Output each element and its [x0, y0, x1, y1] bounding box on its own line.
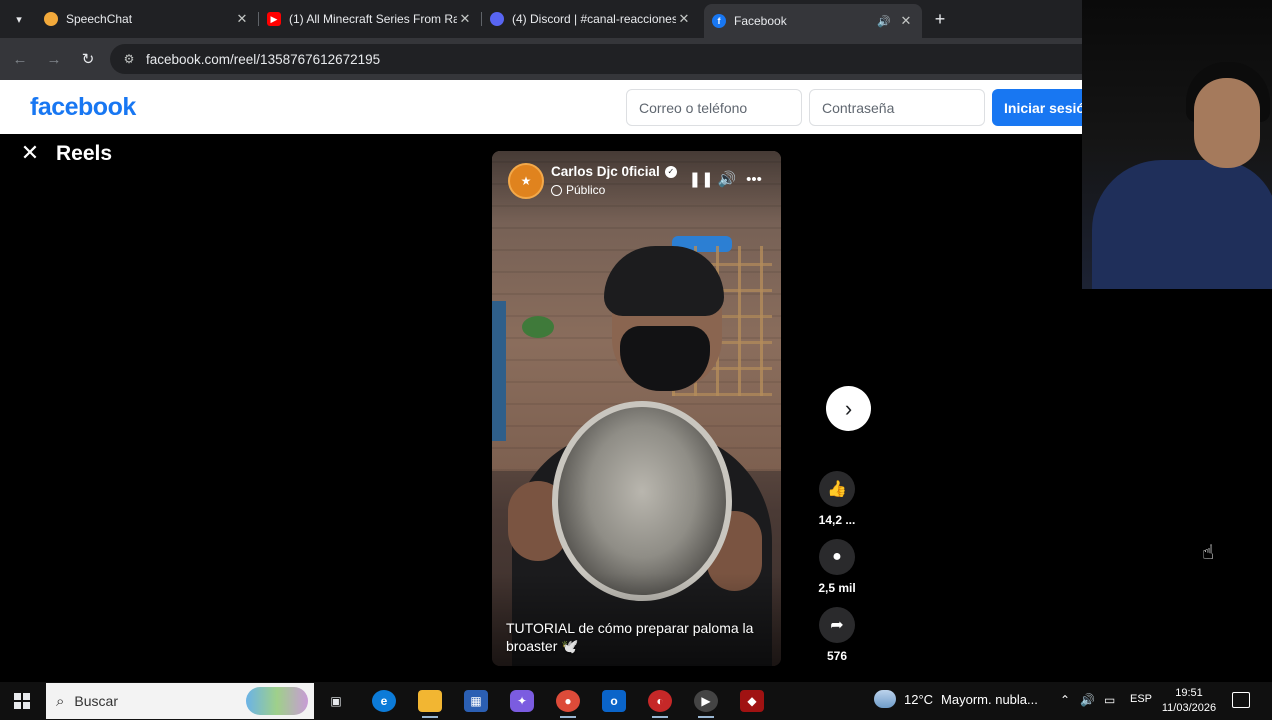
- facebook-logo[interactable]: facebook: [30, 93, 136, 122]
- outlook-icon[interactable]: o: [602, 690, 626, 712]
- next-reel-button[interactable]: ›: [826, 386, 871, 431]
- like-count: 14,2 ...: [818, 513, 856, 527]
- close-tab-icon[interactable]: ✕: [234, 11, 250, 27]
- comment-action[interactable]: ● 2,5 mil: [812, 539, 862, 595]
- copilot-icon[interactable]: ✦: [510, 690, 534, 712]
- address-bar[interactable]: ⚙ facebook.com/reel/1358767612672195: [110, 44, 1110, 74]
- site-info-icon[interactable]: ⚙: [120, 50, 138, 68]
- forward-arrow-icon[interactable]: →: [44, 49, 64, 69]
- tab-title: (4) Discord | #canal-reacciones: [512, 12, 676, 26]
- system-clock[interactable]: 19:51 11/03/2026: [1160, 686, 1218, 716]
- weather-widget[interactable]: 12°C Mayorm. nubla...: [874, 690, 1038, 708]
- tab-youtube[interactable]: ▶ (1) All Minecraft Series From Ra ✕: [259, 6, 481, 32]
- like-action[interactable]: 👍 14,2 ...: [812, 471, 862, 527]
- comment-icon[interactable]: ●: [819, 539, 855, 575]
- new-tab-button[interactable]: +: [930, 9, 950, 29]
- author-name[interactable]: Carlos Djc 0ficial ✓: [551, 164, 677, 179]
- verified-badge-icon: ✓: [664, 165, 677, 178]
- notification-icon[interactable]: [1232, 692, 1250, 708]
- youtube-icon: ▶: [267, 12, 281, 26]
- task-view-icon[interactable]: ▣: [324, 690, 348, 712]
- thumbs-up-icon[interactable]: 👍: [819, 471, 855, 507]
- tab-facebook[interactable]: f Facebook 🔊 ✕: [704, 4, 922, 38]
- webcam-overlay: [1082, 0, 1272, 289]
- back-arrow-icon[interactable]: ←: [10, 49, 30, 69]
- pause-icon[interactable]: ❚❚: [688, 170, 713, 188]
- tab-search-menu-icon[interactable]: ▾: [8, 8, 30, 30]
- privacy-text: Público: [566, 183, 606, 197]
- volume-icon[interactable]: 🔊: [1080, 693, 1095, 707]
- language-indicator[interactable]: ESP: [1130, 693, 1152, 705]
- app-icon[interactable]: ◐: [648, 690, 672, 718]
- network-icon[interactable]: ▭: [1104, 693, 1115, 707]
- globe-icon: [551, 184, 562, 196]
- speaker-icon[interactable]: 🔊: [876, 15, 892, 28]
- weather-temp: 12°C: [904, 691, 934, 707]
- share-count: 576: [826, 649, 848, 663]
- search-icon: ⌕: [56, 692, 65, 710]
- file-explorer-icon[interactable]: [418, 690, 442, 718]
- search-placeholder: Buscar: [74, 693, 118, 709]
- chrome-icon[interactable]: ●: [556, 690, 580, 718]
- url-text: facebook.com/reel/1358767612672195: [146, 51, 381, 67]
- start-button[interactable]: [8, 690, 36, 712]
- tab-title: (1) All Minecraft Series From Ra: [289, 12, 457, 26]
- tab-discord[interactable]: (4) Discord | #canal-reacciones ✕: [482, 6, 700, 32]
- media-player-icon[interactable]: ▶: [694, 690, 718, 718]
- clock-time: 19:51: [1175, 687, 1203, 699]
- weather-description: Mayorm. nubla...: [941, 691, 1038, 707]
- share-action[interactable]: ➦ 576: [812, 607, 862, 663]
- webcam-person: [1194, 78, 1260, 168]
- close-icon[interactable]: ✕: [20, 140, 40, 165]
- edge-icon[interactable]: e: [372, 690, 396, 712]
- password-field[interactable]: [809, 89, 985, 126]
- store-icon[interactable]: ▦: [464, 690, 488, 712]
- close-tab-icon[interactable]: ✕: [676, 11, 692, 27]
- webcam-person: [1092, 160, 1272, 289]
- author-avatar[interactable]: ★: [508, 163, 544, 199]
- share-icon[interactable]: ➦: [819, 607, 855, 643]
- cloudy-weather-icon: [874, 690, 896, 708]
- dota-icon[interactable]: ◆: [740, 690, 764, 712]
- chevron-up-icon[interactable]: ⌃: [1060, 693, 1070, 707]
- hand-cursor-icon: ☝: [1202, 542, 1215, 564]
- close-tab-icon[interactable]: ✕: [457, 11, 473, 27]
- windows-taskbar: ⌕ Buscar ▣ e ▦ ✦ ● o ◐ ▶ ◆ 12°C Mayorm. …: [0, 682, 1272, 720]
- reel-video[interactable]: ★ Carlos Djc 0ficial ✓ Público ❚❚ 🔊 ••• …: [492, 151, 781, 666]
- volume-icon[interactable]: 🔊: [717, 170, 737, 188]
- author-name-text: Carlos Djc 0ficial: [551, 164, 660, 179]
- comment-count: 2,5 mil: [818, 581, 856, 595]
- more-options-icon[interactable]: •••: [744, 170, 764, 188]
- tab-title: SpeechChat: [66, 12, 133, 26]
- search-highlight-icon: [246, 687, 308, 715]
- privacy-label: Público: [551, 183, 605, 197]
- reload-icon[interactable]: ↻: [78, 49, 98, 69]
- taskbar-search[interactable]: ⌕ Buscar: [46, 683, 314, 719]
- page-title: Reels: [56, 142, 113, 165]
- email-field[interactable]: [626, 89, 802, 126]
- tab-speechchat[interactable]: SpeechChat ✕: [36, 6, 258, 32]
- facebook-icon: f: [712, 14, 726, 28]
- discord-icon: [490, 12, 504, 26]
- speechchat-icon: [44, 12, 58, 26]
- tab-title: Facebook: [734, 14, 787, 28]
- reel-caption: TUTORIAL de cómo preparar paloma la broa…: [506, 620, 754, 654]
- close-tab-icon[interactable]: ✕: [898, 13, 914, 29]
- video-overlay-shade: [492, 151, 781, 666]
- clock-date: 11/03/2026: [1161, 702, 1217, 714]
